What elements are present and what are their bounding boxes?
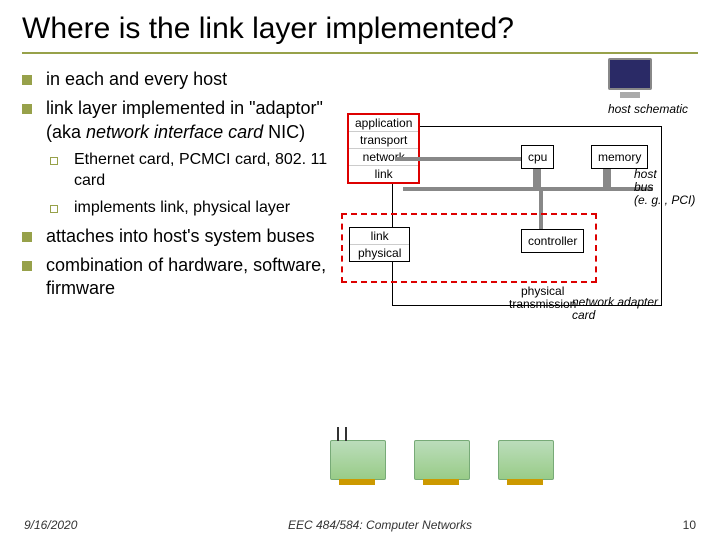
bullet-item-1: in each and every host: [22, 68, 342, 91]
connector-line: [395, 157, 523, 161]
phys-trans-line2: transmission: [509, 297, 576, 311]
bullet-item-4: combination of hardware, software, firmw…: [22, 254, 342, 301]
nic-line2: card: [572, 308, 595, 322]
bullet-text: in each and every host: [46, 68, 227, 91]
stack-layer-link: link: [349, 166, 418, 182]
physical-transmission-label: physical transmission: [509, 285, 576, 311]
protocol-stack-nic: link physical: [349, 227, 410, 262]
diagram-column: host schematic application transport net…: [350, 68, 698, 307]
footer-page-number: 10: [683, 518, 696, 532]
stack-layer-transport: transport: [349, 132, 418, 149]
subbullet-icon: [50, 157, 64, 192]
slide: Where is the link layer implemented? in …: [0, 0, 720, 540]
stack2-layer-physical: physical: [350, 245, 409, 261]
sub-bullet-1: Ethernet card, PCMCI card, 802. 11 card: [50, 150, 342, 192]
subbullet-icon: [50, 205, 64, 219]
slide-title: Where is the link layer implemented?: [22, 12, 698, 46]
bullet-2-post: NIC): [263, 122, 305, 142]
content-area: in each and every host link layer implem…: [22, 68, 698, 307]
cpu-chip: cpu: [521, 145, 554, 169]
bus-line: [403, 187, 653, 191]
footer-date: 9/16/2020: [24, 518, 77, 532]
memory-chip: memory: [591, 145, 648, 169]
stack2-layer-link: link: [350, 228, 409, 245]
wifi-card-icon: [330, 440, 386, 480]
sub-bullet-text: Ethernet card, PCMCI card, 802. 11 card: [74, 150, 342, 192]
footer-course: EEC 484/584: Computer Networks: [288, 518, 472, 532]
controller-chip: controller: [521, 229, 584, 253]
bullet-item-3: attaches into host's system buses: [22, 225, 342, 248]
ethernet-card-icon: [414, 440, 470, 480]
nic-illustrations: [330, 440, 554, 480]
host-bus-label: host bus (e. g. , PCI): [634, 168, 695, 208]
protocol-stack-host: application transport network link: [347, 113, 420, 184]
bullet-icon: [22, 261, 36, 301]
bus-line3: (e. g. , PCI): [634, 193, 695, 207]
sub-bullet-text: implements link, physical layer: [74, 198, 290, 219]
network-adapter-card-label: network adapter card: [572, 296, 658, 322]
host-box: application transport network link cpu m…: [392, 126, 662, 306]
bullet-column: in each and every host link layer implem…: [22, 68, 342, 307]
bullet-icon: [22, 75, 36, 91]
bullet-text: link layer implemented in "adaptor" (aka…: [46, 97, 342, 144]
bullet-text: combination of hardware, software, firmw…: [46, 254, 342, 301]
bullet-icon: [22, 232, 36, 248]
bus-line2: bus: [634, 180, 653, 194]
bullet-text: attaches into host's system buses: [46, 225, 315, 248]
sub-bullet-2: implements link, physical layer: [50, 198, 342, 219]
phys-trans-line1: physical: [521, 284, 564, 298]
host-schematic-label: host schematic: [608, 102, 688, 116]
computer-icon: [608, 58, 652, 98]
bullet-item-2: link layer implemented in "adaptor" (aka…: [22, 97, 342, 144]
title-rule: Where is the link layer implemented?: [22, 12, 698, 54]
bus-line1: host: [634, 167, 657, 181]
slide-footer: 9/16/2020 EEC 484/584: Computer Networks…: [0, 518, 720, 532]
connector-line: [603, 169, 611, 187]
bullet-icon: [22, 104, 36, 144]
bullet-2-em: network interface card: [86, 122, 263, 142]
stack-layer-application: application: [349, 115, 418, 132]
pcmcia-card-icon: [498, 440, 554, 480]
nic-line1: network adapter: [572, 295, 658, 309]
connector-line: [533, 169, 541, 187]
